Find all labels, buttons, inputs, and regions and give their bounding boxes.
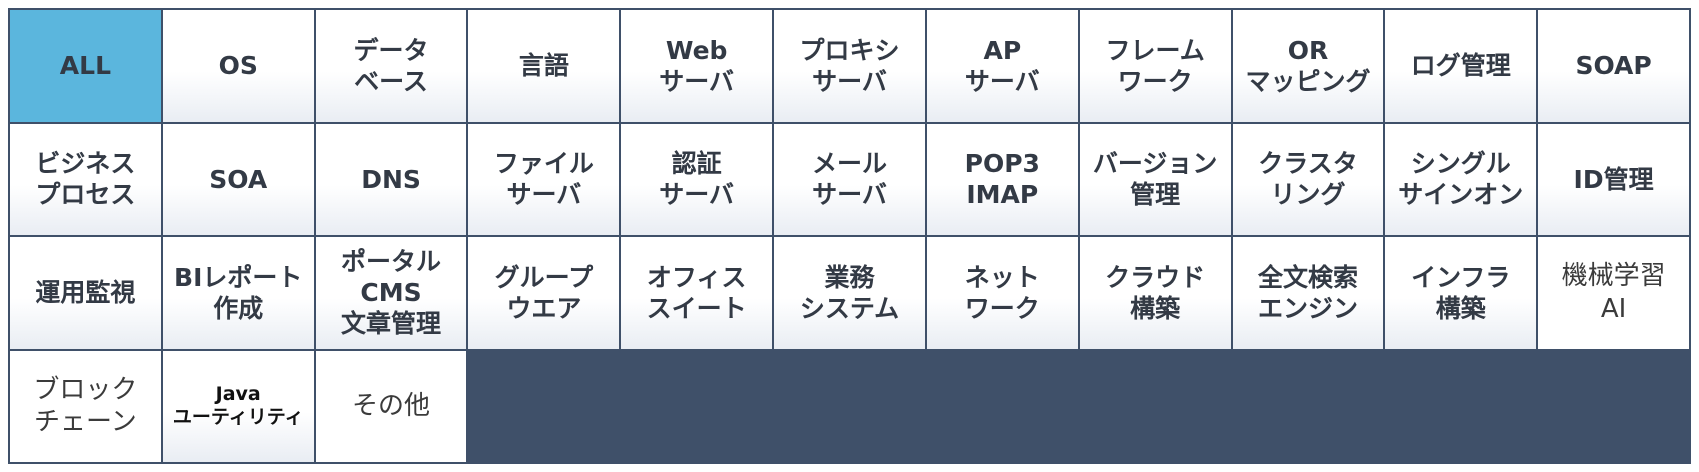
category-auth-server[interactable]: 認証 サーバ [621,123,773,235]
category-java-utility[interactable]: Java ユーティリティ [162,350,314,462]
category-other[interactable]: その他 [315,350,467,462]
category-grid-frame: ALL OS データ ベース 言語 Web サーバ プロキシ サーバ AP サー… [8,8,1691,464]
category-proxy-server[interactable]: プロキシ サーバ [774,10,925,122]
category-soa[interactable]: SOA [162,123,314,235]
category-office-suite[interactable]: オフィス スイート [621,237,773,349]
category-business-system[interactable]: 業務 システム [774,237,925,349]
category-portal-cms[interactable]: ポータル CMS 文章管理 [315,237,467,349]
category-framework[interactable]: フレーム ワーク [1079,10,1231,122]
category-monitoring[interactable]: 運用監視 [10,237,161,349]
category-blockchain[interactable]: ブロック チェーン [10,350,161,462]
grid-empty-area [468,350,1689,462]
category-infrastructure[interactable]: インフラ 構築 [1385,237,1537,349]
category-bi-report[interactable]: BIレポート 作成 [162,237,314,349]
category-all[interactable]: ALL [10,10,161,122]
category-ap-server[interactable]: AP サーバ [926,10,1078,122]
category-cloud[interactable]: クラウド 構築 [1079,237,1231,349]
category-language[interactable]: 言語 [468,10,620,122]
category-single-sign-on[interactable]: シングル サインオン [1385,123,1537,235]
category-id-management[interactable]: ID管理 [1538,123,1689,235]
category-grid: ALL OS データ ベース 言語 Web サーバ プロキシ サーバ AP サー… [10,10,1689,462]
category-file-server[interactable]: ファイル サーバ [468,123,620,235]
category-os[interactable]: OS [162,10,314,122]
category-log-management[interactable]: ログ管理 [1385,10,1537,122]
category-database[interactable]: データ ベース [315,10,467,122]
category-network[interactable]: ネット ワーク [926,237,1078,349]
category-groupware[interactable]: グループ ウエア [468,237,620,349]
category-fulltext-search[interactable]: 全文検索 エンジン [1232,237,1384,349]
category-version-control[interactable]: バージョン 管理 [1079,123,1231,235]
category-pop3-imap[interactable]: POP3 IMAP [926,123,1078,235]
category-clustering[interactable]: クラスタ リング [1232,123,1384,235]
category-business-process[interactable]: ビジネス プロセス [10,123,161,235]
category-machine-learning[interactable]: 機械学習 AI [1538,237,1689,349]
category-dns[interactable]: DNS [315,123,467,235]
category-or-mapping[interactable]: OR マッピング [1232,10,1384,122]
category-mail-server[interactable]: メール サーバ [774,123,925,235]
category-web-server[interactable]: Web サーバ [621,10,773,122]
category-soap[interactable]: SOAP [1538,10,1689,122]
